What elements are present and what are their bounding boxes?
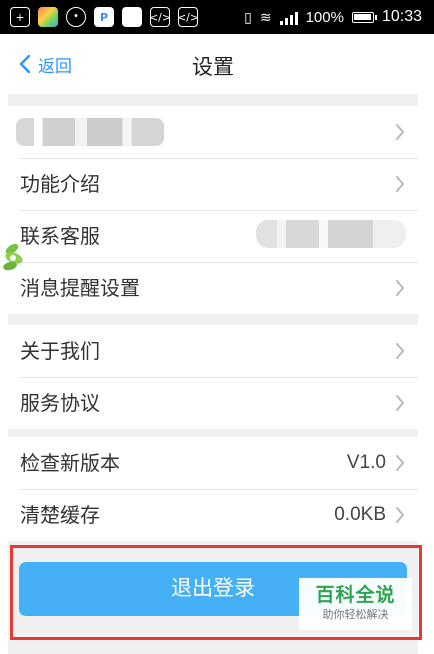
profile-row[interactable] bbox=[8, 106, 418, 158]
settings-screen: + • P </> </> ▯ ≋ 100% 10:33 返回 设置 功能介绍 … bbox=[0, 0, 434, 654]
code-icon-2: </> bbox=[177, 7, 199, 27]
status-left-icons: + • P </> </> bbox=[10, 6, 199, 28]
blank-app-icon bbox=[122, 7, 142, 27]
customer-service-label: 联系客服 bbox=[20, 224, 100, 248]
chevron-right-icon bbox=[396, 176, 404, 192]
wifi-icon: ≋ bbox=[259, 9, 272, 25]
status-bar: + • P </> </> ▯ ≋ 100% 10:33 bbox=[0, 0, 434, 34]
settings-group-1: 功能介绍 联系客服 消息提醒设置 bbox=[8, 106, 418, 314]
message-reminder-row[interactable]: 消息提醒设置 bbox=[8, 262, 418, 314]
settings-group-3: 检查新版本 V1.0 清楚缓存 0.0KB bbox=[8, 437, 418, 541]
code-icon: </> bbox=[149, 7, 171, 27]
app-icon bbox=[38, 7, 58, 27]
about-us-row[interactable]: 关于我们 bbox=[8, 325, 418, 377]
clock: 10:33 bbox=[381, 8, 422, 25]
chevron-right-icon bbox=[396, 455, 404, 471]
watermark-title: 百科全说 bbox=[315, 584, 396, 606]
chevron-right-icon bbox=[396, 124, 404, 140]
p-app-icon: P bbox=[94, 7, 114, 27]
add-icon: + bbox=[10, 7, 30, 27]
feature-intro-row[interactable]: 功能介绍 bbox=[8, 158, 418, 210]
blurred-contact-info bbox=[256, 220, 406, 248]
chevron-right-icon bbox=[396, 280, 404, 296]
service-agreement-label: 服务协议 bbox=[20, 391, 100, 415]
blurred-profile-info bbox=[16, 118, 164, 146]
status-right-icons: ▯ ≋ 100% 10:33 bbox=[244, 6, 422, 28]
signal-icon bbox=[279, 9, 298, 25]
watermark-badge: 百科全说 助你轻松解决 bbox=[299, 578, 412, 630]
leaf-icon bbox=[3, 243, 23, 271]
top-bar: 返回 设置 bbox=[8, 34, 418, 94]
version-value: V1.0 bbox=[346, 452, 386, 473]
about-us-label: 关于我们 bbox=[20, 339, 100, 363]
chevron-right-icon bbox=[396, 343, 404, 359]
camera-icon: • bbox=[66, 7, 86, 27]
message-reminder-label: 消息提醒设置 bbox=[20, 276, 140, 300]
cache-size-value: 0.0KB bbox=[334, 504, 386, 525]
customer-service-row[interactable]: 联系客服 bbox=[8, 210, 418, 262]
clear-cache-row[interactable]: 清楚缓存 0.0KB bbox=[8, 489, 418, 541]
settings-group-2: 关于我们 服务协议 bbox=[8, 325, 418, 429]
check-version-row[interactable]: 检查新版本 V1.0 bbox=[8, 437, 418, 489]
chevron-right-icon bbox=[396, 395, 404, 411]
check-version-label: 检查新版本 bbox=[20, 451, 120, 475]
vibrate-icon: ▯ bbox=[244, 9, 252, 25]
feature-intro-label: 功能介绍 bbox=[20, 172, 100, 196]
chevron-right-icon bbox=[396, 507, 404, 523]
page-title: 设置 bbox=[192, 55, 234, 79]
clear-cache-label: 清楚缓存 bbox=[20, 503, 100, 527]
battery-percent: 100% bbox=[305, 8, 344, 26]
service-agreement-row[interactable]: 服务协议 bbox=[8, 377, 418, 429]
watermark-subtitle: 助你轻松解决 bbox=[322, 608, 389, 621]
battery-icon bbox=[351, 11, 377, 23]
